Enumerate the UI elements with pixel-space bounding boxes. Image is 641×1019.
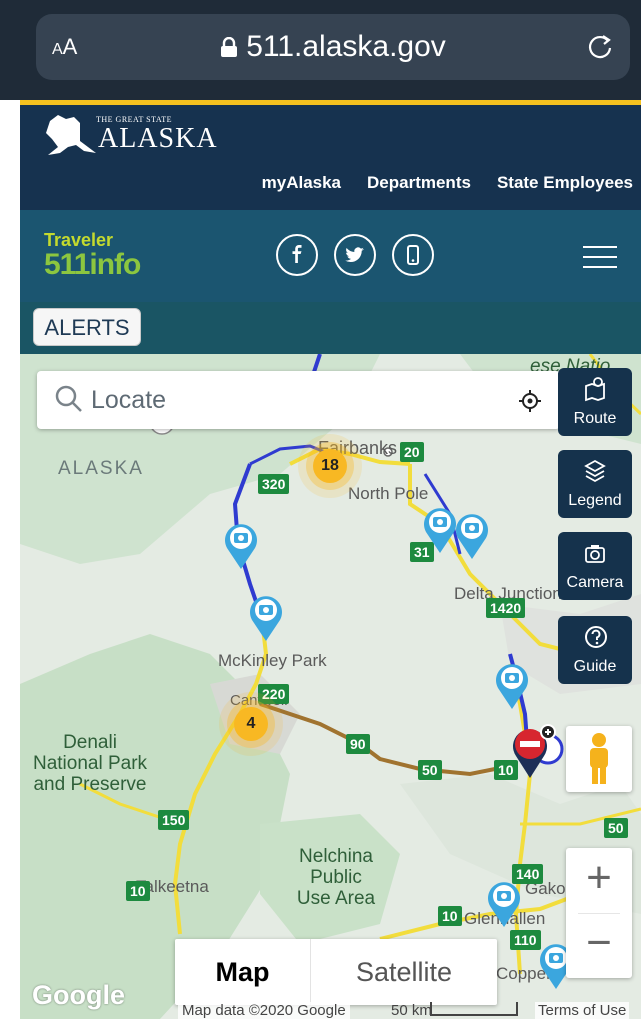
incident-cluster[interactable]: 18 [313, 449, 347, 483]
label-north-pole: North Pole [348, 484, 429, 503]
map-view[interactable]: ALASKA Fairbanks North Pole Delta Juncti… [20, 354, 641, 1019]
road-shield: 50 [604, 818, 628, 838]
pegman-icon [590, 733, 608, 784]
terms-of-use-link[interactable]: Terms of Use [535, 1002, 630, 1019]
map-type-satellite[interactable]: Satellite [310, 939, 497, 1005]
reload-icon[interactable] [584, 30, 616, 62]
legend-label: Legend [568, 492, 622, 509]
camera-label: Camera [566, 574, 624, 591]
camera-button[interactable]: Camera [558, 532, 632, 600]
map-type-toggle: Map Satellite [175, 939, 497, 1005]
label-nelchina: Nelchina Public Use Area [296, 846, 376, 909]
road-shield: 1420 [486, 598, 526, 618]
zoom-control: + − [566, 848, 632, 978]
camera-pin-icon[interactable] [422, 504, 458, 554]
road-shield: 110 [510, 930, 541, 950]
guide-button[interactable]: Guide [558, 616, 632, 684]
search-icon [55, 385, 82, 412]
state-nav: myAlaska Departments State Employees [262, 173, 633, 193]
menu-hamburger-icon[interactable] [583, 246, 617, 268]
camera-pin-icon[interactable] [486, 878, 522, 928]
locate-search-box [37, 371, 560, 429]
road-shield: 10 [126, 881, 150, 901]
mobile-app-button[interactable] [392, 234, 434, 276]
address-bar[interactable]: AA 511.alaska.gov [36, 14, 630, 80]
camera-pin-icon[interactable] [494, 660, 530, 710]
help-icon [585, 626, 607, 648]
alerts-bar: ALERTS [20, 302, 641, 354]
nav-state-employees[interactable]: State Employees [497, 173, 633, 193]
alerts-button[interactable]: ALERTS [33, 308, 141, 346]
road-shield: 320 [258, 474, 290, 494]
route-button[interactable]: Route [558, 368, 632, 436]
guide-label: Guide [573, 658, 617, 675]
map-attribution: Map data ©2020 Google [178, 1002, 350, 1019]
mobile-icon [407, 245, 419, 265]
route-label: Route [573, 410, 617, 427]
nav-myalaska[interactable]: myAlaska [262, 173, 341, 193]
alaska-map-icon [46, 115, 96, 155]
label-denali-park: Denali National Park and Preserve [32, 732, 148, 795]
road-shield: 50 [418, 760, 442, 780]
nav-departments[interactable]: Departments [367, 173, 471, 193]
app-root: AA 511.alaska.gov THE GREAT STATE ALASKA [0, 0, 641, 1019]
road-shield: 20 [400, 442, 424, 462]
road-shield: 220 [258, 684, 290, 704]
camera-pin-icon[interactable] [248, 592, 284, 642]
zoom-out-button[interactable]: − [566, 913, 632, 978]
road-shield: 10 [438, 906, 462, 926]
browser-toolbar: AA 511.alaska.gov [0, 0, 641, 100]
layers-icon [584, 459, 606, 483]
zoom-in-button[interactable]: + [566, 848, 632, 913]
twitter-button[interactable] [334, 234, 376, 276]
logo-large-text: ALASKA [98, 123, 218, 154]
locate-input[interactable] [91, 381, 491, 419]
camera-pin-icon[interactable] [454, 510, 490, 560]
camera-icon [585, 545, 605, 563]
my-location-icon[interactable] [518, 389, 542, 413]
label-mckinley-park: McKinley Park [218, 651, 327, 670]
alaska-logo[interactable]: THE GREAT STATE ALASKA [44, 111, 224, 161]
traveler-bar: Traveler 511info [20, 210, 641, 302]
url-text: 511.alaska.gov [246, 30, 446, 63]
url-display: 511.alaska.gov [36, 30, 630, 64]
traveler-logo-line2: 511info [44, 248, 141, 281]
map-type-map[interactable]: Map [175, 939, 310, 1005]
scale-label: 50 km [391, 1002, 432, 1019]
road-shield: 90 [346, 734, 370, 754]
facebook-button[interactable] [276, 234, 318, 276]
google-logo: Google [32, 980, 125, 1010]
label-alaska: ALASKA [58, 458, 144, 479]
street-view-pegman[interactable] [566, 726, 632, 792]
lock-icon [221, 37, 238, 57]
state-header: THE GREAT STATE ALASKA myAlaska Departme… [20, 105, 641, 210]
road-closure-icon[interactable] [510, 722, 558, 780]
facebook-icon [292, 245, 302, 263]
traveler-511-logo[interactable]: Traveler 511info [44, 230, 141, 284]
road-shield: 150 [158, 810, 190, 830]
twitter-icon [345, 247, 364, 263]
incident-cluster[interactable]: 4 [234, 707, 268, 741]
scale-bar [430, 1002, 518, 1016]
route-map-icon [585, 377, 605, 402]
legend-button[interactable]: Legend [558, 450, 632, 518]
camera-pin-icon[interactable] [223, 520, 259, 570]
